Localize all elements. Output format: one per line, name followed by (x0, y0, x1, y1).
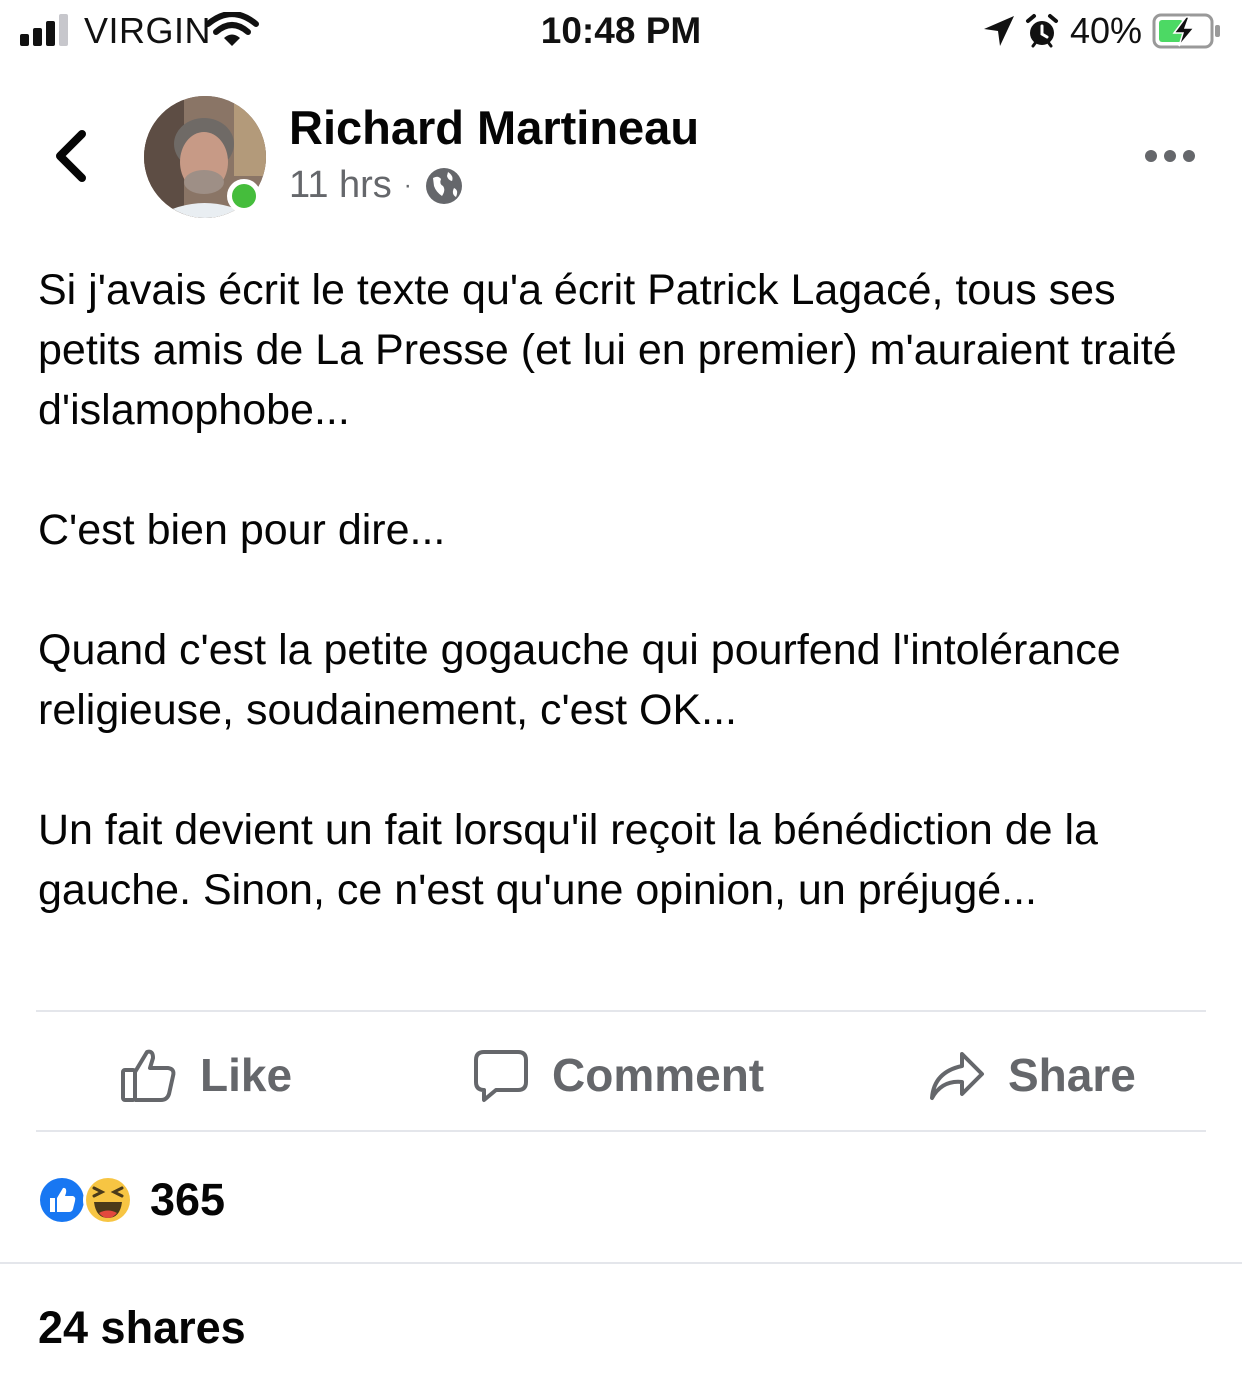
share-arrow-icon (930, 1052, 984, 1100)
online-status-dot (227, 179, 261, 213)
post-paragraph: C'est bien pour dire... (38, 506, 446, 554)
comment-label: Comment (552, 1049, 765, 1101)
post-time[interactable]: 11 hrs (289, 164, 392, 207)
thumbs-up-icon (121, 1049, 176, 1102)
battery-charging-icon (1152, 13, 1220, 49)
post-paragraph: Un fait devient un fait lorsqu'il reçoit… (38, 806, 1098, 914)
divider (36, 1130, 1206, 1132)
like-reaction-icon (37, 1175, 87, 1225)
back-chevron-icon[interactable] (48, 128, 94, 184)
reactions-summary[interactable]: 365 (36, 1172, 225, 1228)
reaction-icons (37, 1175, 133, 1225)
divider (36, 1010, 1206, 1012)
post-paragraph: Quand c'est la petite gogauche qui pourf… (38, 626, 1121, 734)
haha-reaction-icon (83, 1175, 133, 1225)
post-text: Si j'avais écrit le texte qu'a écrit Pat… (38, 260, 1228, 980)
post-meta: 11 hrs · (289, 164, 464, 207)
comment-button[interactable]: Comment (472, 1040, 764, 1110)
post-paragraph: Si j'avais écrit le texte qu'a écrit Pat… (38, 266, 1177, 434)
share-label: Share (1008, 1049, 1136, 1101)
divider (0, 1262, 1242, 1264)
reaction-count: 365 (150, 1174, 226, 1225)
like-label: Like (200, 1049, 293, 1101)
globe-icon[interactable] (424, 166, 464, 206)
like-button[interactable]: Like (120, 1040, 292, 1110)
meta-separator: · (403, 171, 412, 199)
comment-bubble-icon (474, 1050, 528, 1102)
share-button[interactable]: Share (928, 1040, 1136, 1110)
status-bar: VIRGIN 10:48 PM 40% (0, 0, 1242, 64)
author-name[interactable]: Richard Martineau (289, 100, 699, 155)
location-arrow-icon (984, 16, 1014, 46)
more-options-icon[interactable] (1144, 146, 1196, 166)
battery-percent: 40% (1070, 10, 1143, 51)
shares-count[interactable]: 24 shares (38, 1302, 246, 1354)
alarm-icon (1026, 14, 1058, 48)
